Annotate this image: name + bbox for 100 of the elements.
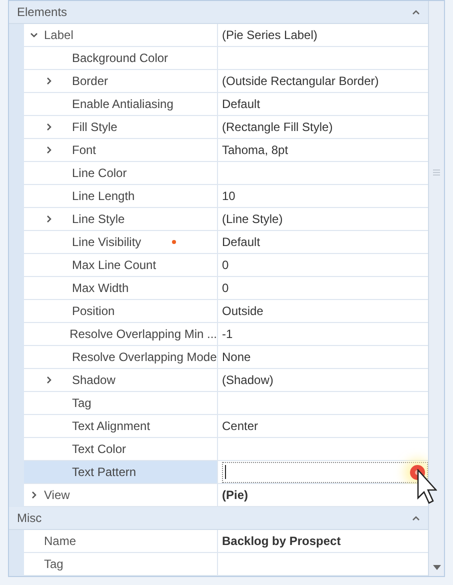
property-value: (Outside Rectangular Border) [222,73,379,90]
property-value-cell[interactable]: (Line Style) [218,208,428,230]
property-name: View [44,487,70,504]
property-name-cell[interactable]: View [24,484,218,506]
property-name: Font [72,142,96,159]
section-header[interactable]: Misc [9,507,428,530]
property-value: Default [222,234,260,251]
section-header[interactable]: Elements [9,1,428,24]
chevron-down-icon[interactable] [30,31,38,39]
property-value: Outside [222,303,264,320]
property-value: Backlog by Prospect [222,533,341,550]
property-value-cell[interactable]: (Pie Series Label) [218,24,428,46]
property-name: Line Visibility [72,234,142,251]
property-value-cell[interactable]: (Rectangle Fill Style) [218,116,428,138]
property-value-cell[interactable] [218,553,428,575]
property-name: Name [44,533,76,550]
property-name-cell[interactable]: Enable Antialiasing [24,93,218,115]
property-name: Label [44,27,74,44]
property-name-cell[interactable]: Resolve Overlapping Mode [24,346,218,368]
property-value-cell[interactable] [218,47,428,69]
property-name: Line Length [72,188,135,205]
property-name-cell[interactable]: Fill Style [24,116,218,138]
property-name: Line Style [72,211,125,228]
property-name-cell[interactable]: Line Color [24,162,218,184]
property-value: (Pie Series Label) [222,27,318,44]
property-value-cell[interactable]: (Shadow) [218,369,428,391]
property-value-cell[interactable] [218,392,428,414]
property-name-cell[interactable]: Text Alignment [24,415,218,437]
property-name-cell[interactable]: Text Color [24,438,218,460]
property-value: Tahoma, 8pt [222,142,288,159]
property-name-cell[interactable]: Name [24,530,218,552]
property-name-cell[interactable]: Border [24,70,218,92]
property-value: 10 [222,188,236,205]
collapse-icon[interactable] [412,515,420,521]
property-name: Text Alignment [72,418,150,435]
property-value-cell[interactable]: Default [218,231,428,253]
property-value: None [222,349,251,366]
property-name-cell[interactable]: Line Length [24,185,218,207]
property-value-cell[interactable] [218,162,428,184]
property-value: (Pie) [222,487,248,504]
property-name: Resolve Overlapping Min ... [70,326,217,343]
property-value: Default [222,96,260,113]
property-value-cell[interactable]: (Outside Rectangular Border) [218,70,428,92]
property-name-cell[interactable]: Tag [24,553,218,575]
property-name-cell[interactable]: Tag [24,392,218,414]
property-name-cell[interactable]: Max Width [24,277,218,299]
scroll-down-icon[interactable] [432,565,440,570]
property-name-cell[interactable]: Position [24,300,218,322]
chevron-right-icon[interactable] [45,146,53,154]
section-title: Elements [17,4,68,21]
property-value-cell[interactable]: -1 [218,323,428,345]
property-value-cell[interactable]: Backlog by Prospect [218,530,428,552]
property-name: Resolve Overlapping Mode [72,349,217,366]
property-name: Fill Style [72,119,118,136]
property-name: Border [72,73,108,90]
chevron-right-icon[interactable] [45,77,53,85]
property-name-cell[interactable]: Text Pattern [24,461,218,483]
property-value: -1 [222,326,233,343]
property-name: Line Color [72,165,127,182]
property-name: Max Width [72,280,129,297]
property-name: Text Color [72,441,126,458]
property-name: Background Color [72,50,168,67]
property-value: Center [222,418,258,435]
chevron-right-icon[interactable] [45,376,53,384]
property-name: Tag [72,395,92,412]
property-name-cell[interactable]: Max Line Count [24,254,218,276]
property-name: Text Pattern [72,464,136,481]
property-value-cell[interactable]: Outside [218,300,428,322]
property-name-cell[interactable]: Label [24,24,218,46]
property-name-cell[interactable]: Font [24,139,218,161]
property-value: (Line Style) [222,211,283,228]
property-value: 0 [222,280,229,297]
property-value: (Rectangle Fill Style) [222,119,333,136]
property-value-cell[interactable]: 0 [218,254,428,276]
property-name-cell[interactable]: Resolve Overlapping Min ... [24,323,218,345]
section-title: Misc [17,510,43,527]
chevron-right-icon[interactable] [45,123,53,131]
property-value-cell[interactable] [218,438,428,460]
property-value-cell[interactable]: Default [218,93,428,115]
property-name-cell[interactable]: Background Color [24,47,218,69]
chevron-right-icon[interactable] [30,491,38,499]
collapse-icon[interactable] [412,9,420,15]
property-value-cell[interactable]: 0 [218,277,428,299]
property-value: 0 [222,257,229,274]
property-name: Position [72,303,115,320]
property-name: Enable Antialiasing [72,96,174,113]
property-value-cell[interactable]: Center [218,415,428,437]
property-value-cell[interactable]: None [218,346,428,368]
scrollbar[interactable] [428,1,444,576]
property-value-cell[interactable]: 10 [218,185,428,207]
property-value-cell[interactable]: Tahoma, 8pt [218,139,428,161]
property-name-cell[interactable]: Line Style [24,208,218,230]
property-name-cell[interactable]: Shadow [24,369,218,391]
property-value: (Shadow) [222,372,274,389]
chevron-right-icon[interactable] [45,215,53,223]
property-value-cell[interactable]: (Pie) [218,484,428,506]
property-name: Max Line Count [72,257,156,274]
property-name: Shadow [72,372,116,389]
property-name-cell[interactable]: Line Visibility [24,231,218,253]
grip-icon [433,169,440,176]
